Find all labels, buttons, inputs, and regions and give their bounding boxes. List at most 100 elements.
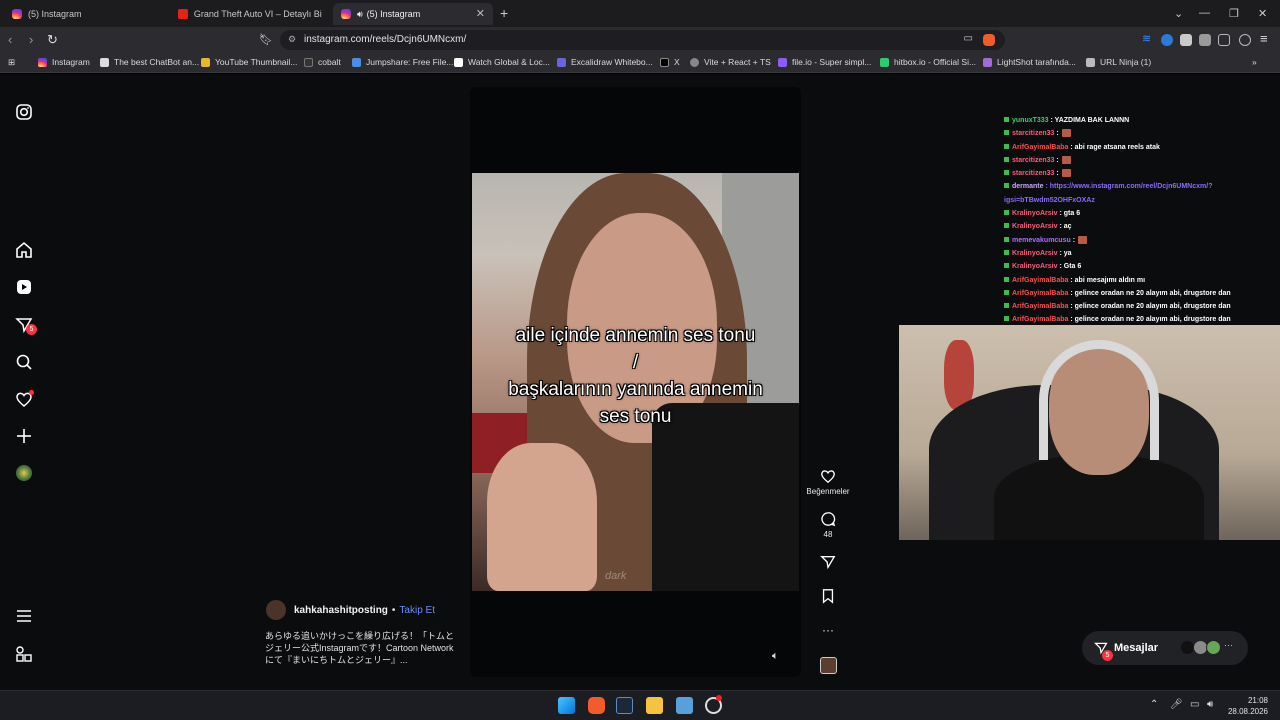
minimize-button[interactable]: — [1199, 7, 1210, 19]
bookmark-icon[interactable]: 🔖︎ [259, 33, 273, 46]
bookmark-item[interactable]: LightShot tarafında... [983, 57, 1076, 67]
emote-icon [1061, 129, 1071, 138]
home-icon[interactable] [15, 241, 33, 259]
like-button[interactable]: Beğenmeler [806, 468, 850, 496]
bookmark-item[interactable]: The best ChatBot an... [100, 57, 199, 67]
also-from-meta-icon[interactable] [15, 645, 33, 663]
tab-instagram-active[interactable]: 🔊︎ (5) Instagram ✕ [333, 3, 493, 25]
instagram-logo-icon[interactable] [15, 103, 33, 121]
badge-icon [1004, 183, 1009, 189]
badge-icon [1004, 276, 1009, 282]
volume-icon[interactable]: 🔈︎ [772, 650, 779, 663]
bookmark-item[interactable]: URL Ninja (1) [1086, 57, 1151, 67]
messages-pill-badge: 5 [1102, 650, 1113, 661]
chat-text: : YAZDIMA BAK LANNN [1050, 117, 1130, 124]
forward-button[interactable]: › [29, 32, 33, 47]
site-info-icon[interactable]: ⚙ [288, 34, 296, 45]
recording-dot [716, 695, 722, 701]
maximize-button[interactable]: ❐ [1229, 7, 1239, 20]
badge-icon [1004, 143, 1009, 149]
instagram-favicon-icon [12, 9, 22, 19]
follow-button[interactable]: Takip Et [399, 605, 435, 616]
badge-icon [1004, 210, 1009, 216]
file-explorer-icon[interactable] [646, 697, 663, 714]
chat-username: ArifGayimalBaba [1012, 289, 1069, 297]
audio-icon[interactable]: ≋ [1142, 32, 1154, 45]
messages-pill[interactable]: 5 Mesajlar ··· [1082, 631, 1248, 665]
chat-text[interactable]: : https://www.instagram.com/reel/Dcjn6UM… [1045, 183, 1212, 190]
bookmark-item[interactable]: Excalidraw Whitebo... [557, 57, 653, 67]
tab-search-icon[interactable]: ⌄ [1174, 7, 1183, 20]
badge-icon [1004, 130, 1009, 136]
back-button[interactable]: ‹ [8, 32, 12, 47]
share-button[interactable] [806, 554, 850, 573]
chat-username: dermante [1012, 183, 1044, 191]
chat-message: KralinyoArsiv : Gta 6 [1004, 260, 1280, 273]
system-clock[interactable]: 21:08 28.08.2026 [1228, 695, 1268, 717]
close-tab-icon[interactable]: ✕ [476, 7, 485, 20]
reel-description[interactable]: あらゆる追いかけっこを繰り広げる！「トムとジェリー公式Instagramです！C… [265, 630, 455, 666]
likes-label: Beğenmeler [806, 487, 850, 496]
brave-shield-icon[interactable] [983, 34, 995, 46]
chat-text: : gelince oradan ne 20 alayım abi, drugs… [1070, 303, 1231, 311]
bookmark-item[interactable]: Vite + React + TS [690, 57, 771, 67]
vpn-icon[interactable] [1239, 34, 1251, 46]
create-icon[interactable] [15, 427, 33, 445]
bookmark-item[interactable]: YouTube Thumbnail... [201, 57, 297, 67]
tab-gta[interactable]: Grand Theft Auto VI – Detaylı Bir Bakı [170, 3, 330, 25]
chat-username: KralinyoArsiv [1012, 263, 1058, 271]
tab-strip: (5) Instagram Grand Theft Auto VI – Deta… [0, 0, 1280, 27]
badge-icon [1004, 223, 1009, 229]
menu-icon[interactable]: ≡ [1260, 31, 1268, 46]
chat-text: : gelince oradan ne 20 alayım abi, drugs… [1070, 316, 1231, 324]
bookmark-item[interactable]: Instagram [38, 57, 90, 67]
chat-message: KralinyoArsiv : gta 6 [1004, 207, 1280, 220]
bookmark-item[interactable]: hitbox.io - Official Si... [880, 57, 976, 67]
chat-text: : [1072, 236, 1076, 244]
show-hidden-icons[interactable]: ⌃ [1150, 699, 1158, 710]
profile-avatar[interactable] [16, 465, 32, 481]
extensions-icon[interactable] [1199, 34, 1211, 46]
emote-icon [1061, 169, 1071, 178]
bookmark-item[interactable]: Watch Global & Loc... [454, 57, 550, 67]
chat-username: yunuxT333 [1012, 117, 1049, 124]
bookmark-item[interactable]: file.io - Super simpl... [778, 57, 871, 67]
extension-2-icon[interactable] [1180, 34, 1192, 46]
bookmark-item[interactable]: Jumpshare: Free File... [352, 57, 453, 67]
reload-button[interactable]: ↻ [47, 32, 58, 48]
microphone-icon[interactable]: 🎤︎ [1170, 699, 1183, 710]
author-username[interactable]: kahkahashitposting [294, 605, 388, 616]
bookmark-item[interactable]: X [660, 57, 680, 67]
download-icon[interactable] [1218, 34, 1230, 46]
author-avatar[interactable] [266, 600, 286, 620]
close-window-button[interactable]: ✕ [1258, 7, 1267, 20]
badge-icon [1004, 263, 1009, 269]
volume-icon[interactable]: 🔊︎ [1207, 699, 1213, 710]
app-icon[interactable] [676, 697, 693, 714]
save-button[interactable] [806, 588, 850, 607]
more-options-icon[interactable]: ··· [806, 623, 850, 637]
menu-icon[interactable] [15, 607, 33, 625]
search-icon[interactable] [15, 353, 33, 371]
bookmark-icon [822, 589, 834, 604]
messages-label: Mesajlar [1114, 642, 1159, 654]
badge-icon [1004, 117, 1009, 122]
cast-icon[interactable]: ▭ [964, 33, 973, 44]
comment-button[interactable]: 48 [806, 511, 850, 539]
badge-icon [1004, 249, 1009, 255]
steam-icon[interactable] [616, 697, 633, 714]
reels-icon[interactable] [15, 278, 33, 296]
audio-thumbnail[interactable] [820, 657, 837, 674]
new-tab-button[interactable]: + [500, 5, 508, 21]
chat-text[interactable]: igsi=bTBwdm52OHFxOXAz [1004, 197, 1095, 204]
brave-browser-icon[interactable] [588, 697, 605, 714]
more-bookmarks-icon[interactable]: » [1252, 57, 1257, 67]
extension-1-icon[interactable] [1161, 34, 1173, 46]
address-bar[interactable]: ⚙ instagram.com/reels/Dcjn6UMNcxm/ ▭ [280, 30, 1005, 50]
tab-instagram-1[interactable]: (5) Instagram [4, 3, 169, 25]
apps-icon[interactable]: ⊞ [8, 57, 15, 68]
start-icon[interactable] [558, 697, 575, 714]
bookmarks-bar: ⊞ Instagram The best ChatBot an... YouTu… [0, 53, 1280, 73]
network-icon[interactable]: ▭ [1190, 699, 1199, 710]
bookmark-item[interactable]: cobalt [304, 57, 341, 67]
